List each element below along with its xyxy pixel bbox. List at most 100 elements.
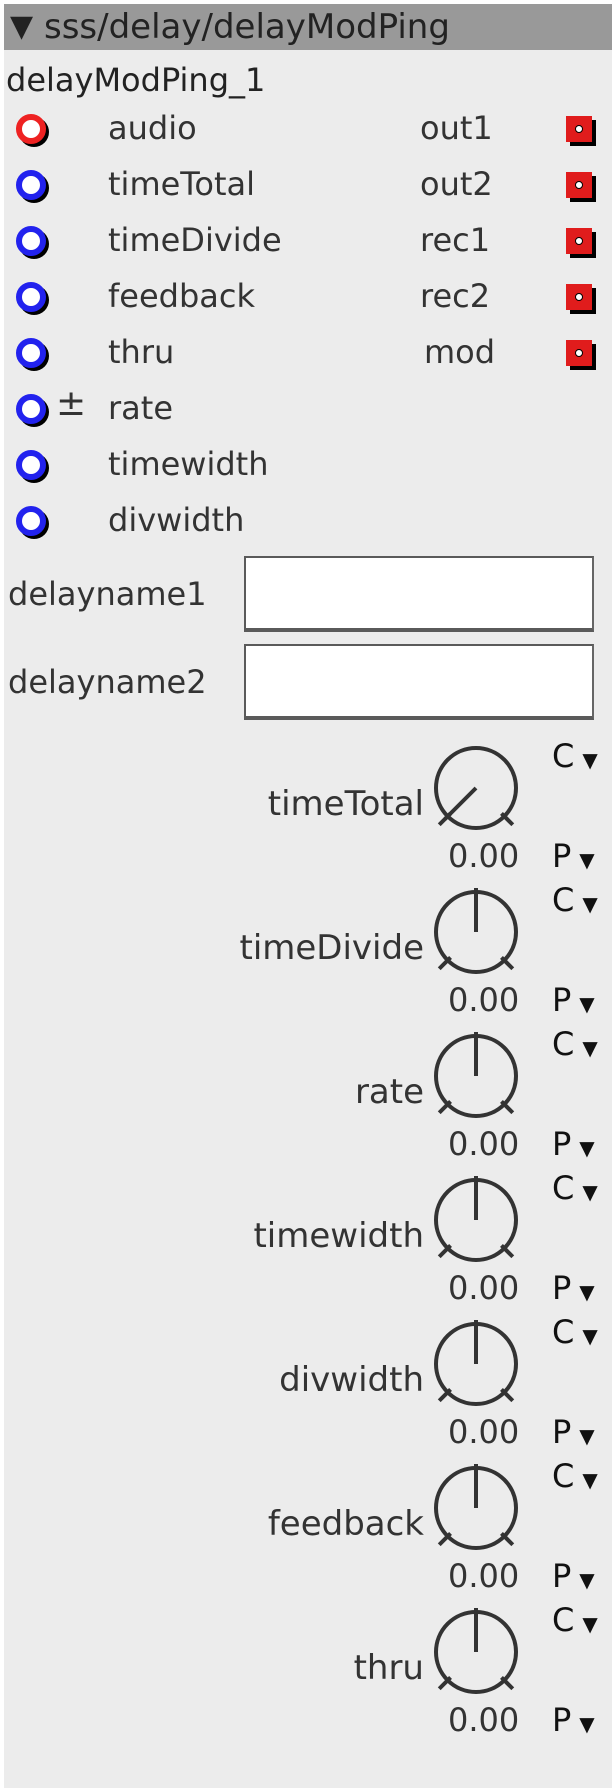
control-mode-dropdown[interactable]: C ▼ — [552, 1312, 598, 1352]
knob-value-readout[interactable]: 0.00 — [448, 1124, 519, 1164]
outlet-port[interactable] — [566, 116, 592, 142]
knob-param: feedback 0.00 C ▼ P ▼ — [4, 1457, 612, 1606]
knob-param: divwidth 0.00 C ▼ P ▼ — [4, 1313, 612, 1462]
control-mode-label: C — [552, 1025, 575, 1063]
outlet-label: out2 — [420, 165, 493, 203]
knob-label: timewidth — [253, 1216, 424, 1256]
preset-mode-label: P — [552, 1557, 572, 1595]
control-mode-dropdown[interactable]: C ▼ — [552, 1024, 598, 1064]
rotary-knob[interactable] — [430, 742, 522, 838]
knob-param: timeTotal 0.00 C ▼ P ▼ — [4, 737, 612, 886]
rotary-knob[interactable] — [430, 1462, 522, 1558]
outlet-row: out2 — [4, 158, 612, 214]
outlet-label: rec1 — [420, 221, 491, 259]
control-mode-dropdown[interactable]: C ▼ — [552, 880, 598, 920]
control-mode-label: C — [552, 1601, 575, 1639]
knob-param: timeDivide 0.00 C ▼ P ▼ — [4, 881, 612, 1030]
dropdown-arrow-icon: ▼ — [582, 1468, 598, 1492]
bipolar-modifier-icon: ± — [56, 383, 87, 424]
dropdown-arrow-icon: ▼ — [579, 1424, 595, 1448]
knob-label: feedback — [267, 1504, 424, 1544]
dropdown-arrow-icon: ▼ — [582, 892, 598, 916]
control-mode-label: C — [552, 1313, 575, 1351]
dropdown-arrow-icon: ▼ — [579, 848, 595, 872]
control-inlet-port[interactable] — [16, 394, 46, 424]
string-param-row: delayname1 — [4, 556, 612, 636]
knob-label: rate — [354, 1072, 424, 1112]
outlet-label: mod — [424, 333, 496, 371]
control-mode-dropdown[interactable]: C ▼ — [552, 1168, 598, 1208]
knob-param: timewidth 0.00 C ▼ P ▼ — [4, 1169, 612, 1318]
string-param-field[interactable] — [244, 644, 594, 720]
rotary-knob[interactable] — [430, 1174, 522, 1270]
dropdown-arrow-icon: ▼ — [582, 1180, 598, 1204]
dropdown-arrow-icon: ▼ — [579, 992, 595, 1016]
knob-value-readout[interactable]: 0.00 — [448, 980, 519, 1020]
knob-label: timeDivide — [239, 928, 424, 968]
rotary-knob[interactable] — [430, 1606, 522, 1702]
preset-mode-label: P — [552, 981, 572, 1019]
control-mode-dropdown[interactable]: C ▼ — [552, 736, 598, 776]
knob-value-readout[interactable]: 0.00 — [448, 1700, 519, 1740]
inlet-label: timewidth — [108, 445, 269, 483]
control-mode-dropdown[interactable]: C ▼ — [552, 1456, 598, 1496]
outlet-port[interactable] — [566, 228, 592, 254]
rotary-knob[interactable] — [430, 1030, 522, 1126]
outlet-row: rec1 — [4, 214, 612, 270]
object-type-title: sss/delay/delayModPing — [44, 7, 450, 47]
control-mode-label: C — [552, 737, 575, 775]
inlet-row: divwidth — [4, 494, 612, 550]
control-inlet-port[interactable] — [16, 506, 46, 536]
inlet-label: divwidth — [108, 501, 245, 539]
inlet-row: ± rate — [4, 382, 612, 438]
preset-mode-dropdown[interactable]: P ▼ — [552, 1700, 595, 1740]
outlet-port[interactable] — [566, 172, 592, 198]
preset-mode-dropdown[interactable]: P ▼ — [552, 980, 595, 1020]
preset-mode-dropdown[interactable]: P ▼ — [552, 836, 595, 876]
preset-mode-dropdown[interactable]: P ▼ — [552, 1124, 595, 1164]
rotary-knob[interactable] — [430, 1318, 522, 1414]
outlet-row: mod — [4, 326, 612, 382]
outlet-port[interactable] — [566, 284, 592, 310]
control-mode-label: C — [552, 1169, 575, 1207]
preset-mode-label: P — [552, 1125, 572, 1163]
preset-mode-dropdown[interactable]: P ▼ — [552, 1268, 595, 1308]
knob-value-readout[interactable]: 0.00 — [448, 1268, 519, 1308]
preset-mode-dropdown[interactable]: P ▼ — [552, 1412, 595, 1452]
rotary-knob[interactable] — [430, 886, 522, 982]
outlet-port[interactable] — [566, 340, 592, 366]
dropdown-arrow-icon: ▼ — [582, 1324, 598, 1348]
inlet-label: rate — [108, 389, 173, 427]
outlet-row: out1 — [4, 102, 612, 158]
knob-label: thru — [353, 1648, 424, 1688]
outlet-label: rec2 — [420, 277, 491, 315]
dropdown-arrow-icon: ▼ — [579, 1136, 595, 1160]
preset-mode-label: P — [552, 837, 572, 875]
preset-mode-label: P — [552, 1269, 572, 1307]
inlet-row: timewidth — [4, 438, 612, 494]
dropdown-arrow-icon: ▼ — [579, 1712, 595, 1736]
string-param-label: delayname2 — [8, 663, 207, 701]
outlet-row: rec2 — [4, 270, 612, 326]
preset-mode-dropdown[interactable]: P ▼ — [552, 1556, 595, 1596]
control-mode-label: C — [552, 881, 575, 919]
knob-value-readout[interactable]: 0.00 — [448, 836, 519, 876]
dropdown-arrow-icon: ▼ — [582, 1036, 598, 1060]
dropdown-arrow-icon: ▼ — [579, 1568, 595, 1592]
preset-mode-label: P — [552, 1413, 572, 1451]
knob-pointer — [443, 786, 478, 821]
string-param-field[interactable] — [244, 556, 594, 632]
string-param-row: delayname2 — [4, 644, 612, 724]
knob-value-readout[interactable]: 0.00 — [448, 1412, 519, 1452]
instance-name[interactable]: delayModPing_1 — [6, 60, 265, 100]
control-mode-label: C — [552, 1457, 575, 1495]
collapse-triangle-icon[interactable]: ▼ — [10, 4, 33, 50]
knob-param: rate 0.00 C ▼ P ▼ — [4, 1025, 612, 1174]
preset-mode-label: P — [552, 1701, 572, 1739]
object-header[interactable]: ▼ sss/delay/delayModPing — [4, 4, 612, 50]
dropdown-arrow-icon: ▼ — [582, 748, 598, 772]
knob-value-readout[interactable]: 0.00 — [448, 1556, 519, 1596]
control-mode-dropdown[interactable]: C ▼ — [552, 1600, 598, 1640]
control-inlet-port[interactable] — [16, 450, 46, 480]
knob-label: timeTotal — [267, 784, 424, 824]
